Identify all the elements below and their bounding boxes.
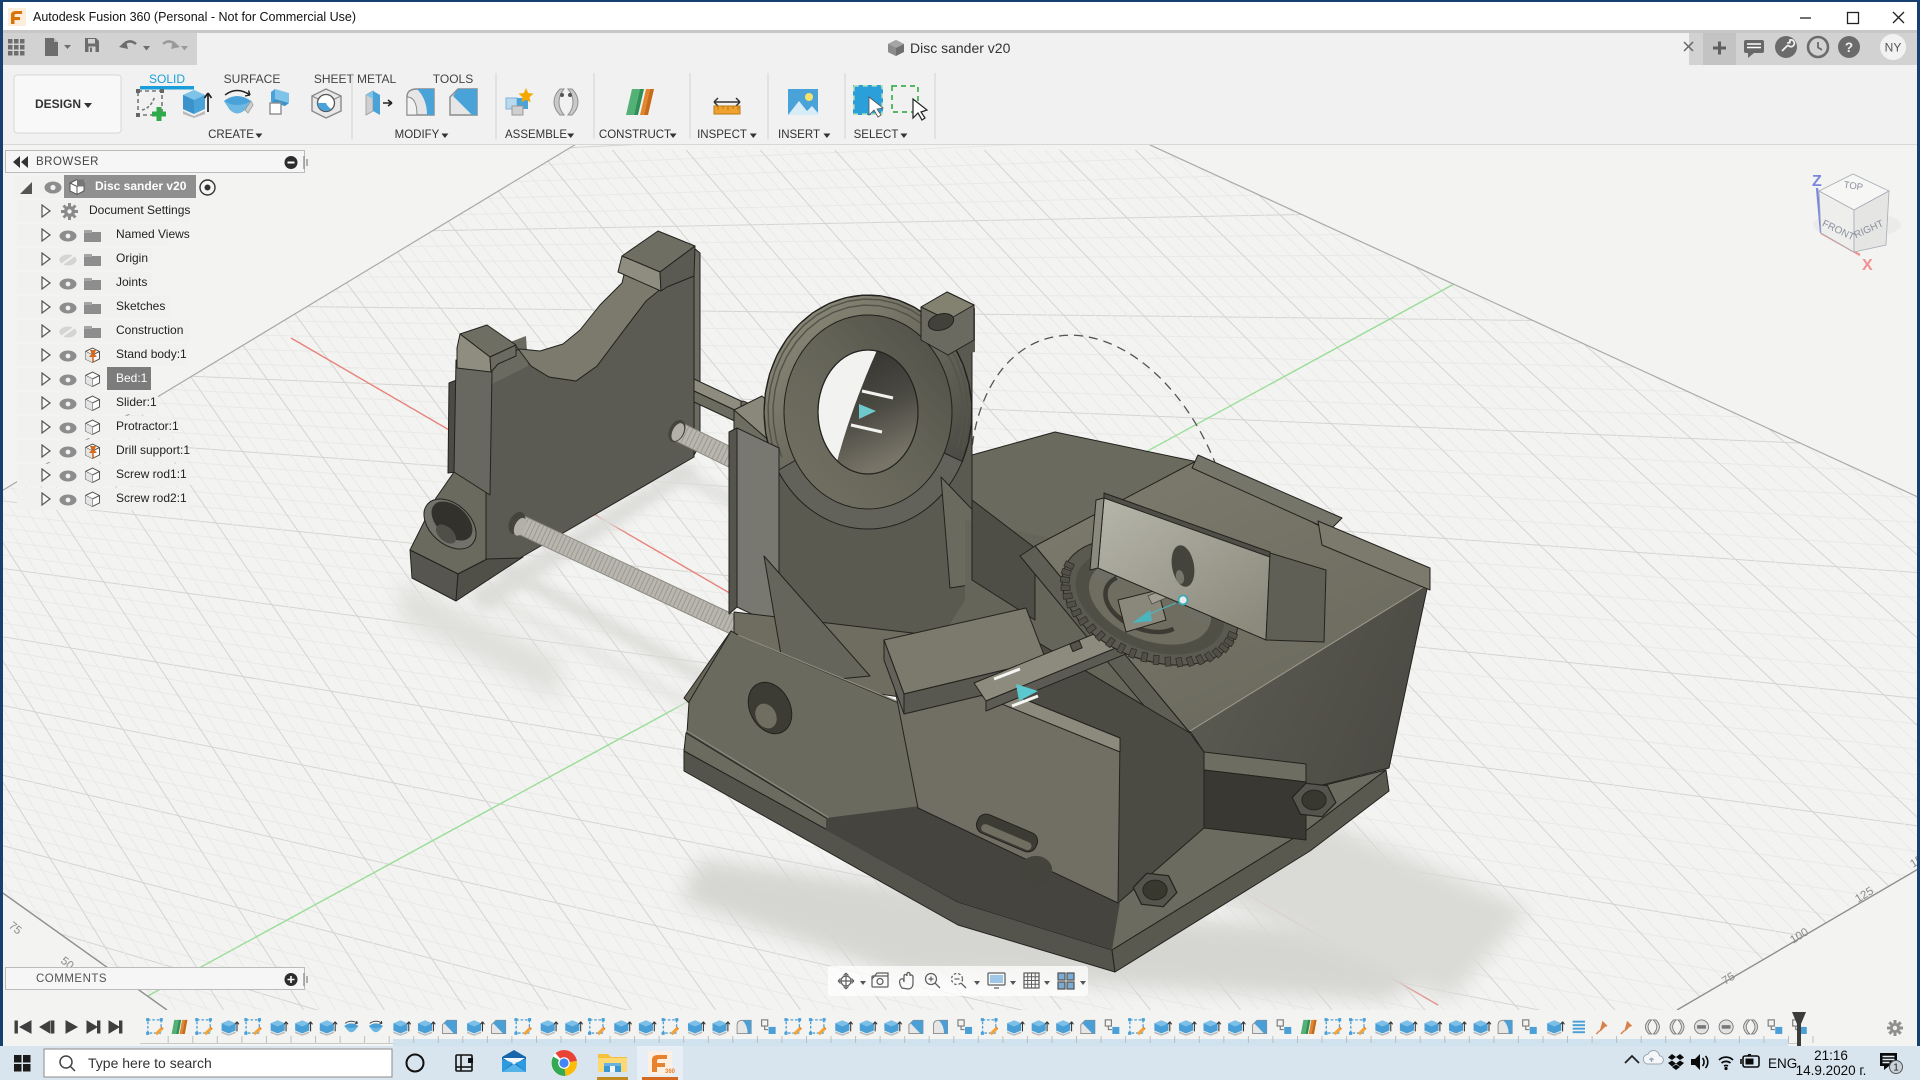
svg-text:NY: NY	[1885, 41, 1902, 55]
svg-text:75: 75	[1720, 971, 1737, 988]
svg-text:125: 125	[1853, 885, 1876, 905]
svg-text:Disc sander v20: Disc sander v20	[910, 40, 1011, 56]
svg-text:SURFACE: SURFACE	[224, 72, 281, 86]
svg-text:SOLID: SOLID	[149, 72, 185, 86]
svg-text:100: 100	[1788, 926, 1811, 946]
svg-text:INSPECT: INSPECT	[697, 129, 747, 141]
svg-text:1: 1	[1893, 1063, 1899, 1074]
svg-text:CONSTRUCT: CONSTRUCT	[599, 129, 671, 141]
svg-text:CREATE: CREATE	[208, 129, 254, 141]
svg-text:75: 75	[6, 920, 23, 937]
svg-text:Type here to search: Type here to search	[88, 1055, 212, 1071]
svg-text:X: X	[1862, 257, 1873, 274]
svg-text:SHEET METAL: SHEET METAL	[314, 72, 397, 86]
svg-text:MODIFY: MODIFY	[395, 129, 440, 141]
svg-text:ENG: ENG	[1768, 1056, 1797, 1071]
svg-text:ASSEMBLE: ASSEMBLE	[505, 129, 567, 141]
svg-text:TOOLS: TOOLS	[433, 72, 473, 86]
svg-text:21:16: 21:16	[1814, 1048, 1848, 1063]
svg-text:Z: Z	[1812, 173, 1822, 190]
svg-text:14.9.2020 г.: 14.9.2020 г.	[1796, 1063, 1867, 1078]
svg-text:?: ?	[1845, 40, 1853, 55]
svg-text:DESIGN: DESIGN	[35, 97, 81, 111]
svg-text:INSERT: INSERT	[778, 129, 820, 141]
svg-text:360: 360	[665, 1069, 676, 1075]
svg-text:SELECT: SELECT	[854, 129, 899, 141]
